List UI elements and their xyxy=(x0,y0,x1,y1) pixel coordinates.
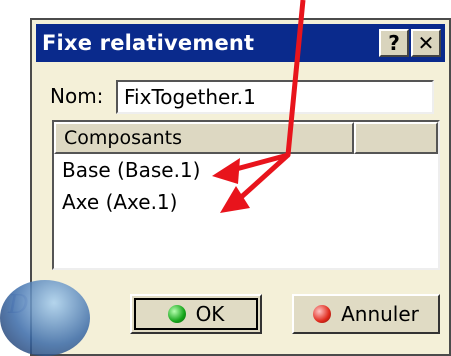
green-light-icon xyxy=(167,305,186,323)
globe-logo xyxy=(0,280,90,356)
red-light-icon xyxy=(313,305,332,323)
name-input[interactable] xyxy=(116,80,434,114)
components-list[interactable]: Composants Base (Base.1) Axe (Axe.1) xyxy=(52,120,440,270)
help-icon: ? xyxy=(388,31,400,55)
title-bar[interactable]: Fixe relativement ? ✕ xyxy=(36,24,445,62)
ok-button[interactable]: OK xyxy=(130,294,262,334)
dialog-title: Fixe relativement xyxy=(42,31,255,55)
name-label: Nom: xyxy=(50,84,104,108)
list-item[interactable]: Axe (Axe.1) xyxy=(54,186,438,218)
close-button[interactable]: ✕ xyxy=(411,29,441,57)
close-icon: ✕ xyxy=(417,31,435,55)
fix-together-dialog: Fixe relativement ? ✕ Nom: Composants Ba… xyxy=(30,18,451,356)
column-header-components[interactable]: Composants xyxy=(54,122,354,154)
ok-label: OK xyxy=(195,302,225,326)
cancel-button[interactable]: Annuler xyxy=(292,294,440,334)
help-button[interactable]: ? xyxy=(379,29,409,57)
list-header: Composants xyxy=(54,122,438,154)
column-header-empty[interactable] xyxy=(354,122,438,154)
list-item[interactable]: Base (Base.1) xyxy=(54,154,438,186)
cancel-label: Annuler xyxy=(341,302,419,326)
